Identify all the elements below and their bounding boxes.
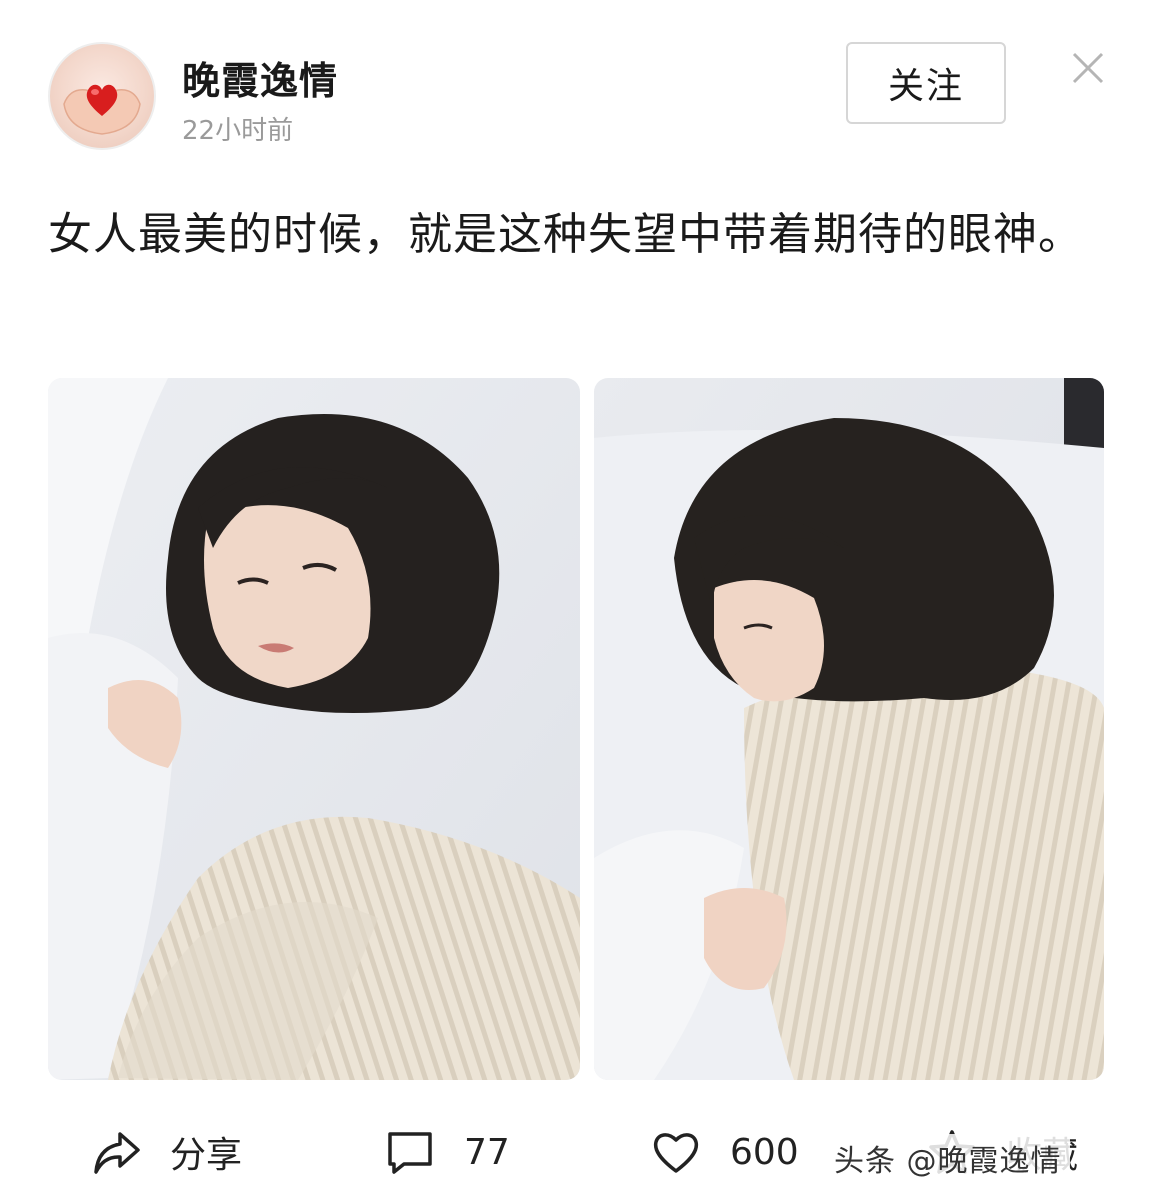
photo-woman-looking-down[interactable]: [594, 378, 1104, 1080]
photo-1-illustration: [48, 378, 580, 1080]
heart-in-hands-icon: [63, 84, 141, 135]
share-button[interactable]: 分享: [90, 1122, 242, 1182]
avatar[interactable]: [48, 42, 156, 150]
like-button[interactable]: 600: [650, 1122, 799, 1182]
photo-woman-looking-back[interactable]: [48, 378, 580, 1080]
close-icon: [1072, 52, 1104, 84]
share-label: 分享: [170, 1135, 243, 1176]
watermark: 头条 @晚霞逸情: [826, 1134, 1070, 1182]
close-button[interactable]: [1068, 48, 1108, 88]
share-arrow-icon: [94, 1132, 140, 1174]
post-text: 女人最美的时候，就是这种失望中带着期待的眼神。: [48, 209, 1083, 260]
comment-count: 77: [464, 1131, 510, 1173]
heart-outline-icon: [653, 1133, 699, 1173]
comment-button[interactable]: 77: [384, 1122, 510, 1182]
photo-2-illustration: [594, 378, 1104, 1080]
follow-button[interactable]: 关注: [846, 42, 1006, 124]
comment-bubble-icon: [388, 1132, 432, 1174]
author-name[interactable]: 晚霞逸情: [182, 50, 338, 105]
like-count: 600: [730, 1131, 799, 1173]
post-timestamp: 22小时前: [182, 116, 294, 146]
